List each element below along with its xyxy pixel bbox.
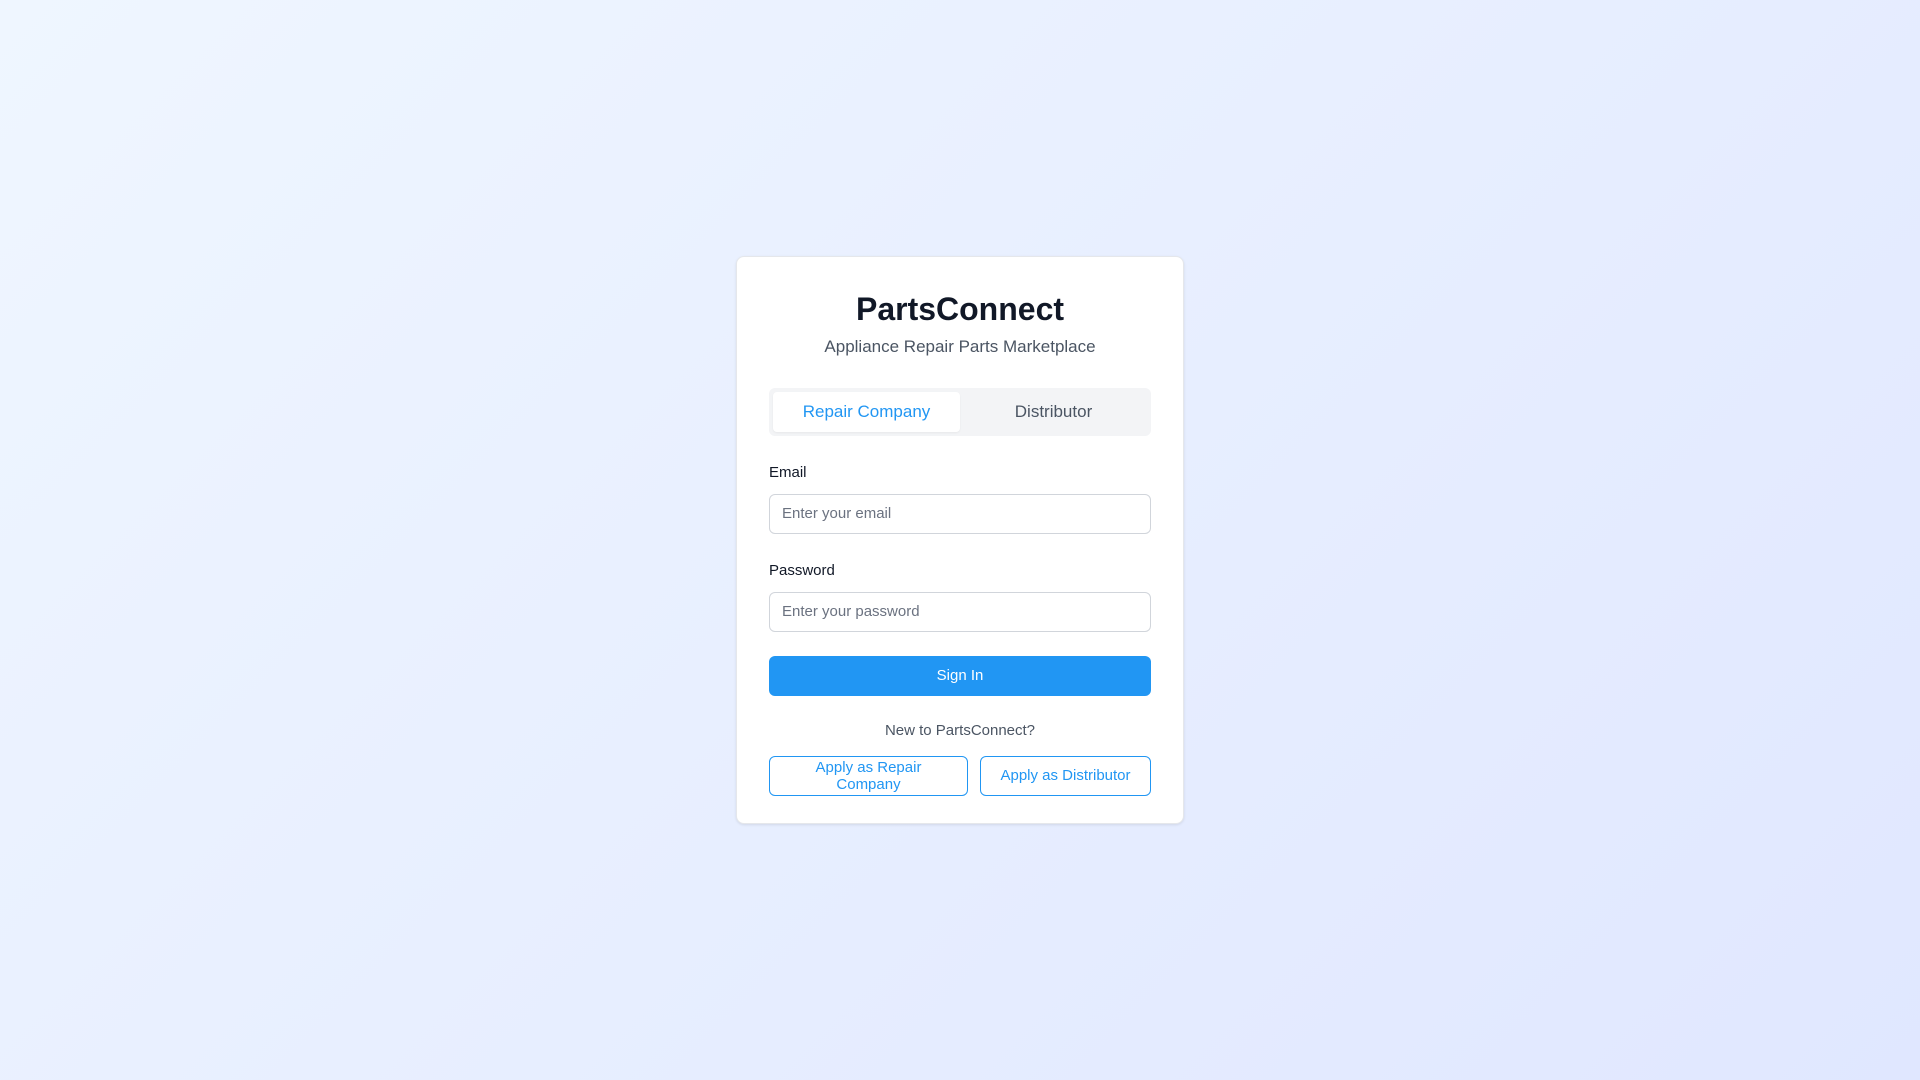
apply-repair-company-button[interactable]: Apply as Repair Company bbox=[769, 755, 968, 796]
email-label: Email bbox=[769, 463, 807, 481]
app-subtitle: Appliance Repair Parts Marketplace bbox=[824, 337, 1096, 356]
email-field-group: Email bbox=[769, 464, 1151, 534]
apply-buttons-row: Apply as Repair Company Apply as Distrib… bbox=[769, 755, 1151, 796]
email-field[interactable] bbox=[769, 493, 1151, 534]
apply-distributor-button[interactable]: Apply as Distributor bbox=[980, 755, 1151, 796]
app-title: PartsConnect bbox=[855, 291, 1065, 327]
register-prompt: New to PartsConnect? bbox=[884, 721, 1036, 739]
role-tabs: Repair Company Distributor bbox=[769, 387, 1151, 436]
tab-distributor[interactable]: Distributor bbox=[960, 392, 1147, 432]
sign-in-button[interactable]: Sign In bbox=[769, 655, 1151, 696]
password-label: Password bbox=[769, 561, 835, 579]
password-field-group: Password bbox=[769, 562, 1151, 632]
password-field[interactable] bbox=[769, 591, 1151, 632]
brand-header: PartsConnect Appliance Repair Parts Mark… bbox=[769, 289, 1151, 359]
tab-repair-company[interactable]: Repair Company bbox=[773, 391, 960, 432]
login-card: PartsConnect Appliance Repair Parts Mark… bbox=[736, 256, 1184, 824]
